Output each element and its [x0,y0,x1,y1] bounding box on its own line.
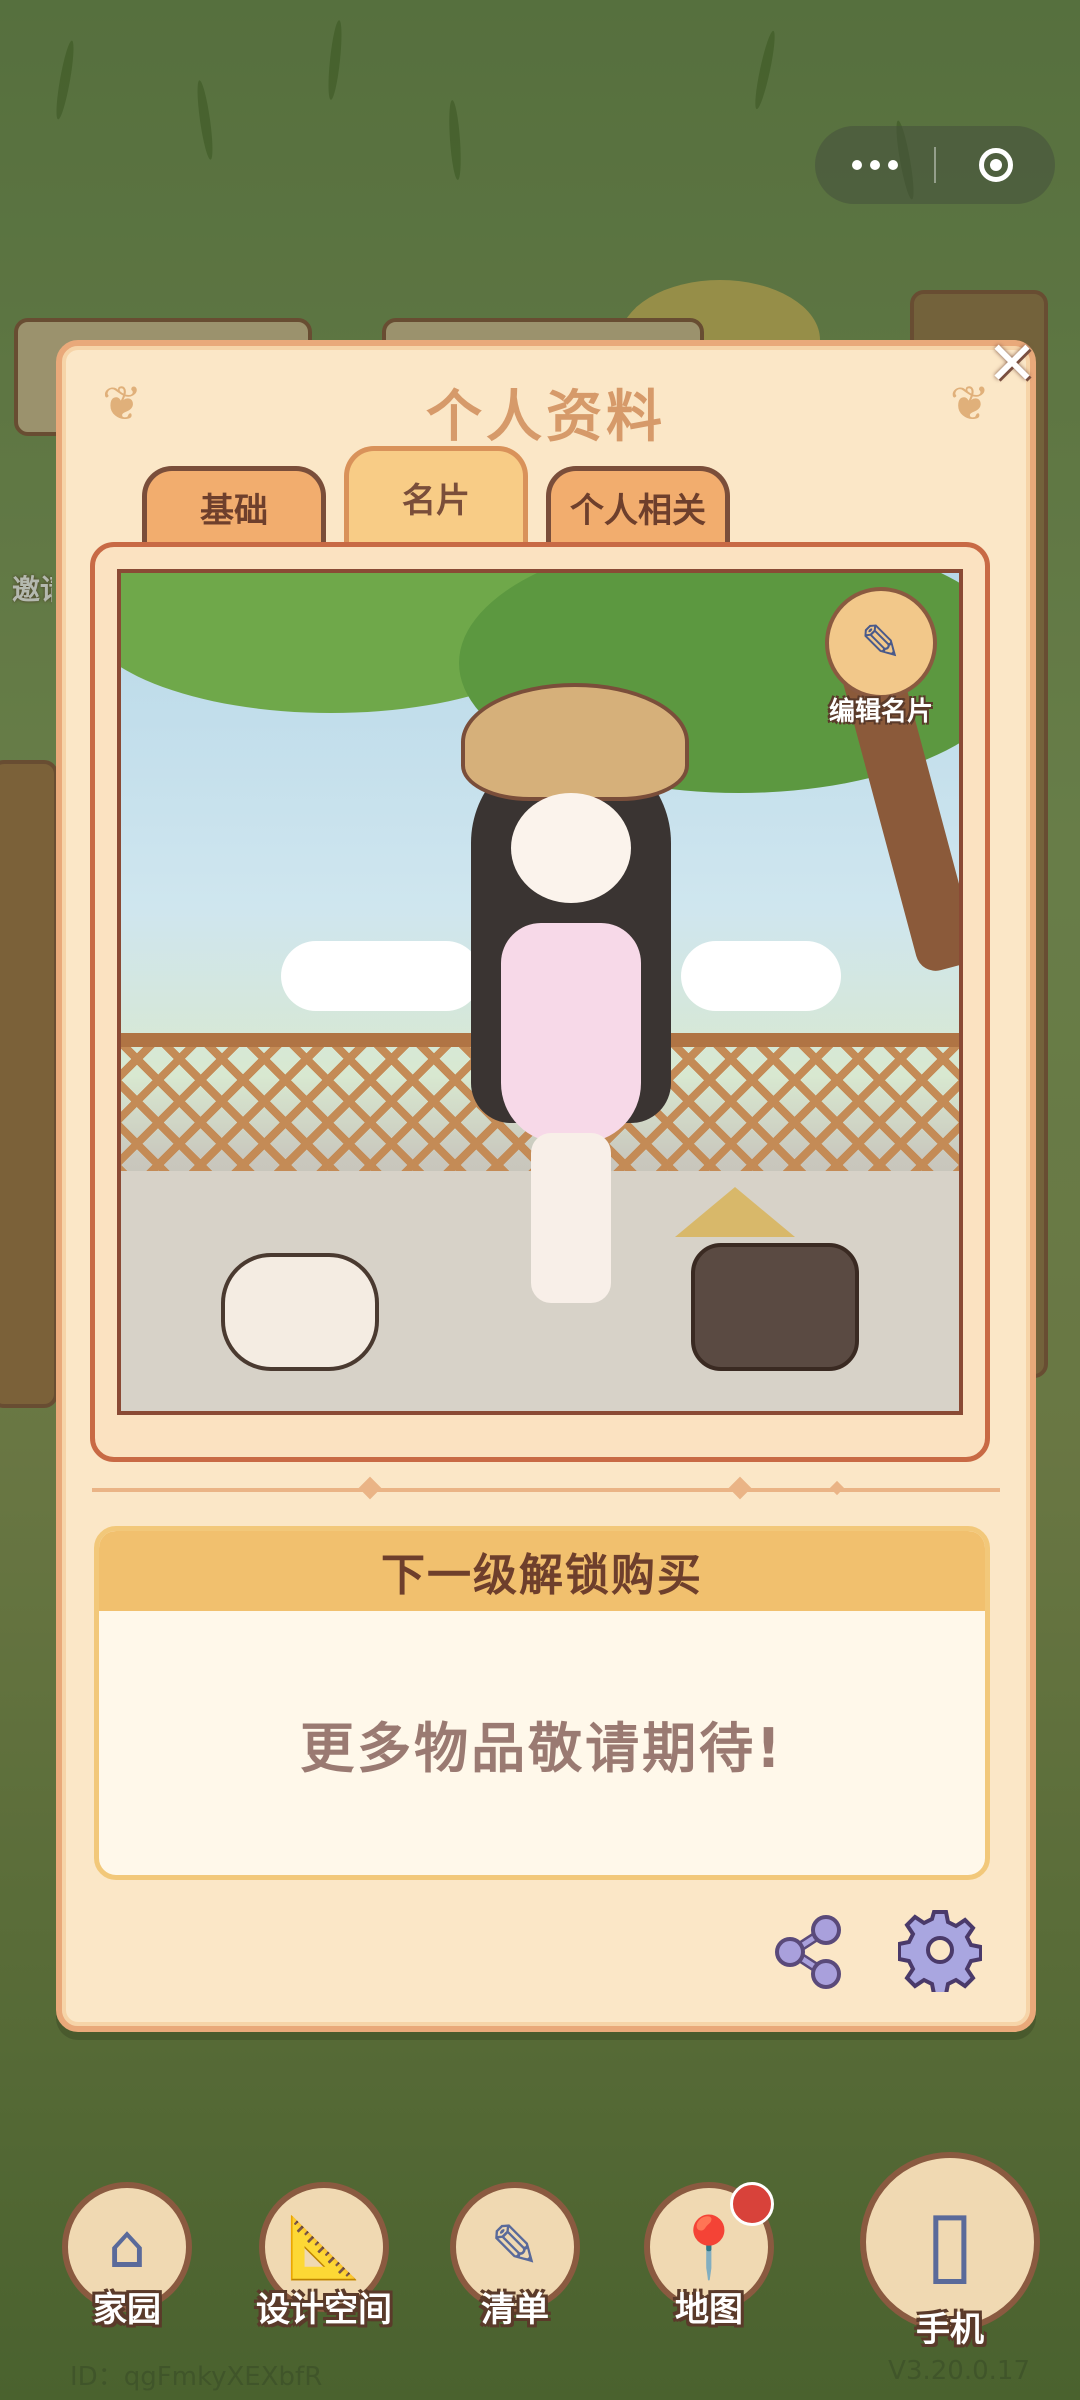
panel-title: 个人资料 [426,385,666,450]
target-icon [978,148,1013,182]
share-icon[interactable] [770,1914,846,1990]
notification-badge [730,2182,774,2226]
nav-home[interactable]: ⌂ 家园 [62,2182,192,2331]
version-label: V3.20.0.17 [888,2356,1030,2386]
nav-map[interactable]: 📍 地图 [644,2182,774,2331]
miniprogram-capsule [815,126,1055,204]
pencil-icon: ✎ [825,587,937,699]
unlock-header: 下一级解锁购买 [99,1531,985,1611]
tab-bar: 基础 名片 个人相关 [142,446,730,544]
edit-card-label: 编辑名片 [828,697,933,727]
gear-icon[interactable] [898,1908,982,1992]
nav-design-space[interactable]: 📐 设计空间 [256,2182,392,2331]
nav-checklist[interactable]: ✎ 清单 [450,2182,580,2331]
name-card-image: ✎ 编辑名片 [117,569,963,1415]
divider [92,1476,1000,1500]
nav-phone[interactable]: ▯ 手机 [860,2152,1040,2351]
tab-card[interactable]: 名片 [344,446,528,544]
nav-phone-label: 手机 [916,2310,984,2350]
tab-basic[interactable]: 基础 [142,466,326,544]
edit-card-button[interactable]: ✎ 编辑名片 [821,587,941,728]
unlock-section: 下一级解锁购买 更多物品敬请期待! [94,1526,990,1880]
nav-map-label: 地图 [675,2290,743,2330]
dog-pet [691,1243,859,1371]
nav-design-space-label: 设计空间 [256,2290,392,2330]
nav-checklist-label: 清单 [481,2290,549,2330]
tab-personal[interactable]: 个人相关 [546,466,730,544]
more-options-button[interactable] [815,160,934,170]
close-button[interactable]: ✕ [984,334,1040,394]
user-id: ID：qgFmkyXEXbfR [70,2362,323,2392]
exit-miniprogram-button[interactable] [936,148,1055,182]
cat-pet [221,1253,379,1371]
player-avatar [461,683,689,1323]
profile-panel: ❦ ❦ 个人资料 ✕ 基础 名片 个人相关 ✎ 编辑名片 下一级解锁购买 更多物… [56,334,1037,2032]
unlock-message: 更多物品敬请期待! [300,1716,784,1780]
name-card-frame: ✎ 编辑名片 [90,542,990,1462]
nav-home-label: 家园 [93,2290,161,2330]
